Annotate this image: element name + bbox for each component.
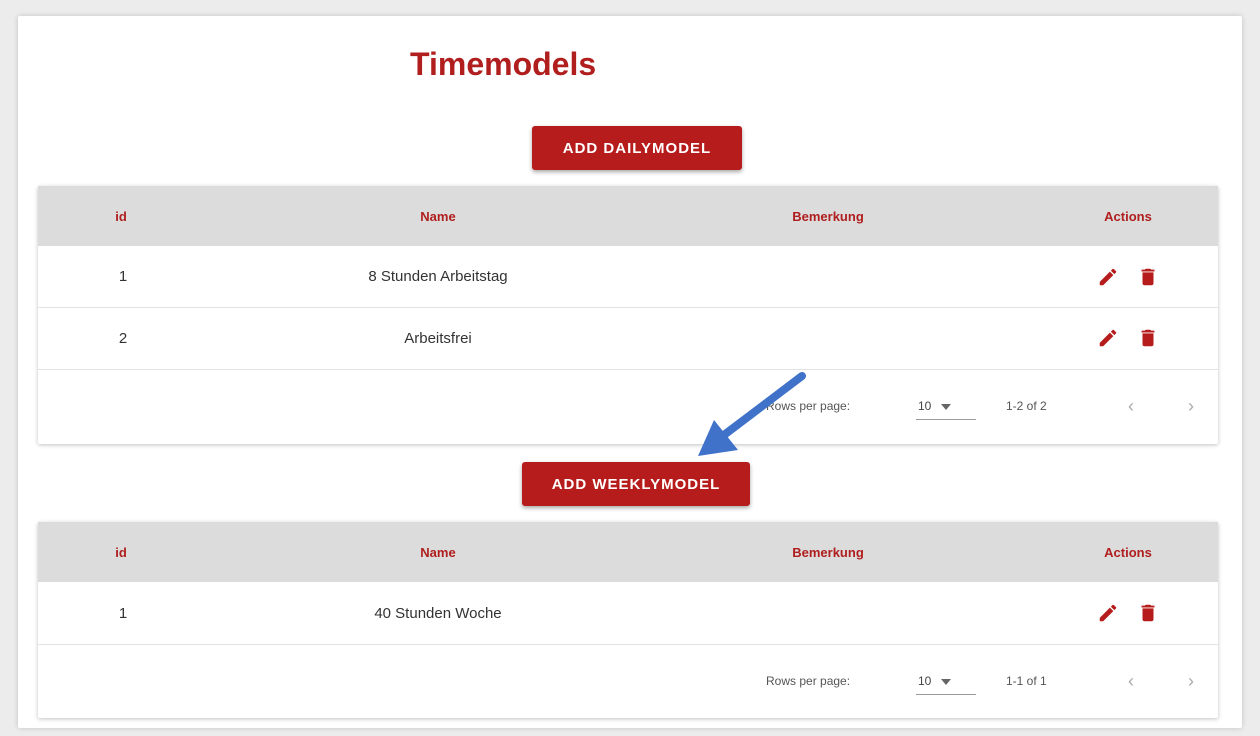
column-header-bemerkung[interactable]: Bemerkung <box>728 522 928 582</box>
row-actions <box>1068 582 1188 644</box>
weeklymodel-table: id Name Bemerkung Actions 1 40 Stunden W… <box>38 522 1218 718</box>
column-header-name[interactable]: Name <box>338 522 538 582</box>
page-title: Timemodels <box>410 46 597 82</box>
column-header-id[interactable]: id <box>96 186 146 246</box>
rows-per-page-value: 10 <box>918 399 932 413</box>
pencil-icon[interactable] <box>1097 602 1119 624</box>
cell-bemerkung <box>728 582 928 644</box>
pagination-range: 1-1 of 1 <box>1006 674 1047 688</box>
cell-name: 8 Stunden Arbeitstag <box>368 268 508 285</box>
cell-id: 1 <box>118 268 128 285</box>
chevron-right-icon[interactable]: › <box>1188 645 1194 717</box>
row-actions <box>1068 307 1188 369</box>
cell-bemerkung <box>728 307 928 369</box>
cell-name: 40 Stunden Woche <box>374 604 502 622</box>
rows-per-page-label: Rows per page: <box>766 674 851 688</box>
column-header-actions: Actions <box>1104 544 1152 560</box>
cell-bemerkung <box>728 246 928 307</box>
table-header: id Name Bemerkung Actions <box>38 186 1218 246</box>
pencil-icon[interactable] <box>1097 266 1119 288</box>
rows-per-page-select[interactable]: 10 <box>916 668 976 695</box>
add-weeklymodel-button[interactable]: ADD WEEKLYMODEL <box>522 462 750 506</box>
caret-down-icon <box>941 399 952 413</box>
column-header-bemerkung[interactable]: Bemerkung <box>728 186 928 246</box>
column-header-id[interactable]: id <box>96 522 146 582</box>
trash-icon[interactable] <box>1137 266 1159 288</box>
trash-icon[interactable] <box>1137 602 1159 624</box>
column-header-name[interactable]: Name <box>338 186 538 246</box>
dailymodel-table: id Name Bemerkung Actions 1 8 Stunden Ar… <box>38 186 1218 444</box>
cell-id: 1 <box>118 604 128 622</box>
rows-per-page-value: 10 <box>918 674 932 688</box>
add-dailymodel-button[interactable]: ADD DAILYMODEL <box>532 126 742 170</box>
cell-name: Arbeitsfrei <box>404 329 472 347</box>
trash-icon[interactable] <box>1137 327 1159 349</box>
chevron-left-icon[interactable]: ‹ <box>1128 645 1134 717</box>
rows-per-page-label: Rows per page: <box>766 399 851 413</box>
table-pagination: Rows per page: 10 1-1 of 1 ‹ › <box>38 645 1218 717</box>
row-actions <box>1068 246 1188 307</box>
table-header: id Name Bemerkung Actions <box>38 522 1218 582</box>
table-row: 1 8 Stunden Arbeitstag <box>38 246 1218 308</box>
pagination-range: 1-2 of 2 <box>1006 399 1047 413</box>
chevron-left-icon[interactable]: ‹ <box>1128 370 1134 442</box>
caret-down-icon <box>941 674 952 688</box>
pencil-icon[interactable] <box>1097 327 1119 349</box>
table-pagination: Rows per page: 10 1-2 of 2 ‹ › <box>38 370 1218 442</box>
table-row: 1 40 Stunden Woche <box>38 582 1218 645</box>
cell-id: 2 <box>118 329 128 347</box>
table-row: 2 Arbeitsfrei <box>38 307 1218 370</box>
chevron-right-icon[interactable]: › <box>1188 370 1194 442</box>
rows-per-page-select[interactable]: 10 <box>916 393 976 420</box>
column-header-actions: Actions <box>1104 208 1152 224</box>
